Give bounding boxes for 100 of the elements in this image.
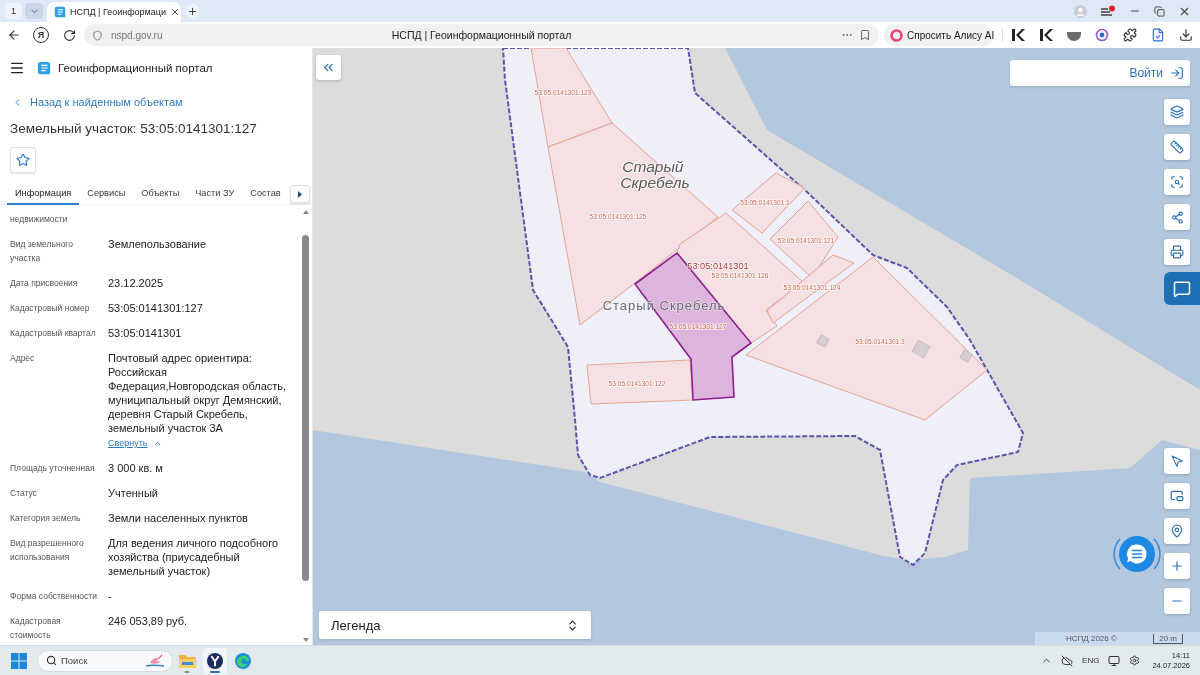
building bbox=[959, 349, 973, 363]
map-scale: 20 m bbox=[1153, 633, 1183, 644]
attribution-text: НСПД 2026 © bbox=[1066, 634, 1117, 643]
layers-button[interactable] bbox=[1164, 99, 1190, 125]
bird-icon bbox=[144, 653, 166, 668]
ring-icon bbox=[890, 28, 903, 42]
k-shape-logo-icon[interactable] bbox=[1039, 28, 1053, 42]
navigation-arrow-icon bbox=[1170, 454, 1184, 468]
ruler-button[interactable] bbox=[1164, 134, 1190, 160]
field-label: Категория земель bbox=[10, 512, 82, 525]
login-icon bbox=[1170, 66, 1184, 80]
plus-icon bbox=[1170, 559, 1184, 573]
search-field[interactable]: Поиск bbox=[37, 649, 173, 672]
field-label: Статус bbox=[10, 487, 38, 500]
swirl-logo-icon bbox=[235, 652, 251, 669]
field-value: 3 000 кв. м bbox=[108, 461, 163, 475]
triangle-up-icon[interactable] bbox=[302, 210, 309, 214]
tabs-scroll-button[interactable] bbox=[290, 185, 310, 203]
share-button[interactable] bbox=[1164, 204, 1190, 230]
cloud-off-icon[interactable] bbox=[1061, 654, 1074, 667]
field-label: Вид разрешенного использования bbox=[10, 537, 85, 564]
favorite-button[interactable] bbox=[10, 147, 36, 173]
browser-tab[interactable]: НСПД | Геоинформаци bbox=[47, 2, 181, 22]
logo-icon bbox=[54, 6, 66, 18]
plus-icon bbox=[187, 5, 198, 17]
field-label: Кадастровый квартал bbox=[10, 327, 97, 340]
map-pin-icon bbox=[1170, 524, 1184, 538]
folder-icon bbox=[178, 653, 196, 668]
download-icon[interactable] bbox=[1179, 28, 1193, 42]
field-label: Площадь уточненная bbox=[10, 462, 96, 475]
ruler-icon bbox=[1170, 140, 1184, 154]
menu-icon[interactable] bbox=[9, 60, 25, 76]
area-search-button[interactable] bbox=[1164, 169, 1190, 195]
search-icon bbox=[46, 654, 57, 666]
building bbox=[816, 334, 830, 348]
layers-icon bbox=[1170, 105, 1184, 119]
speech-bubble-icon bbox=[1173, 279, 1191, 298]
triangle-right-icon bbox=[298, 190, 302, 198]
gear-icon[interactable] bbox=[1129, 655, 1141, 666]
field-value: Для ведения личного подсобного хозяйства (приусадебный земельный участок) bbox=[108, 536, 280, 578]
login-button[interactable]: Войти bbox=[1010, 60, 1190, 86]
browser-logo-icon bbox=[207, 652, 223, 669]
field-label: Дата присвоения bbox=[10, 277, 79, 290]
chevrons-up-down-icon bbox=[566, 618, 579, 632]
object-title: Земельный участок: 53:05:0141301:127 bbox=[10, 120, 258, 138]
k-shape-logo-icon[interactable] bbox=[1011, 28, 1025, 42]
minimap-button[interactable] bbox=[1164, 483, 1190, 509]
back-arrow-icon[interactable] bbox=[7, 28, 21, 42]
field-value: Земли населенных пунктов bbox=[108, 511, 248, 525]
feedback-tab[interactable] bbox=[1164, 272, 1200, 305]
assistant-button[interactable]: Спросить Алису AI bbox=[884, 24, 994, 46]
info-tab[interactable]: Информация bbox=[7, 183, 80, 205]
printer-icon bbox=[1170, 245, 1184, 259]
puzzle-icon[interactable] bbox=[1123, 28, 1137, 42]
reload-icon[interactable] bbox=[63, 28, 76, 42]
info-tab[interactable]: Состав bbox=[242, 183, 289, 205]
target-icon[interactable] bbox=[1095, 28, 1109, 42]
home-button[interactable]: Я bbox=[33, 27, 49, 43]
quarter-label: 53:05:0141301 bbox=[687, 261, 749, 271]
info-tab[interactable]: Объекты bbox=[133, 183, 188, 205]
grid-logo-icon[interactable] bbox=[11, 652, 27, 669]
field-value: 23.12.2025 bbox=[108, 276, 164, 290]
logo-icon bbox=[37, 61, 51, 75]
bookmark-icon[interactable] bbox=[859, 29, 871, 41]
locate-button[interactable] bbox=[1164, 518, 1190, 544]
file-check-icon[interactable] bbox=[1151, 28, 1165, 42]
restore-icon[interactable] bbox=[1154, 5, 1165, 17]
picture-in-picture-icon bbox=[1170, 489, 1184, 503]
print-button[interactable] bbox=[1164, 239, 1190, 265]
tab-counter[interactable]: 1 bbox=[5, 3, 22, 19]
zoom-in-button[interactable] bbox=[1164, 553, 1190, 579]
collapse-panel-button[interactable] bbox=[316, 55, 341, 80]
close-icon[interactable] bbox=[170, 7, 180, 17]
info-tab[interactable]: Сервисы bbox=[79, 183, 134, 205]
scrollbar-thumb[interactable] bbox=[302, 235, 309, 581]
legend-dropdown[interactable]: Легенда bbox=[319, 611, 591, 639]
taskbar-app-button[interactable] bbox=[203, 647, 227, 674]
field-label: Адрес bbox=[10, 352, 36, 365]
navigate-button[interactable] bbox=[1164, 448, 1190, 474]
page-title: НСПД | Геоинформационный портал bbox=[391, 29, 572, 41]
field-label: Вид земельного участка bbox=[10, 238, 74, 265]
new-tab-button[interactable] bbox=[185, 3, 200, 19]
running-indicator bbox=[184, 670, 190, 673]
field-label: недвижимости bbox=[10, 213, 69, 226]
monitor-icon[interactable] bbox=[1108, 654, 1121, 667]
url-text: nspd.gov.ru bbox=[111, 29, 163, 41]
address-field[interactable]: nspd.gov.ru НСПД | Геоинформационный портал bbox=[84, 24, 879, 46]
field-value: - bbox=[108, 589, 112, 603]
collapse-link[interactable]: Свернуть bbox=[108, 436, 163, 450]
running-indicator bbox=[210, 670, 220, 673]
share-icon bbox=[1170, 210, 1184, 224]
zoom-out-button[interactable] bbox=[1164, 588, 1190, 614]
shield-icon bbox=[92, 29, 103, 41]
field-value: 246 053,89 руб. bbox=[108, 614, 188, 628]
info-tab[interactable]: Части ЗУ bbox=[187, 183, 243, 205]
triangle-down-icon[interactable] bbox=[302, 638, 309, 642]
star-icon bbox=[16, 153, 30, 167]
scan-search-icon bbox=[1170, 175, 1184, 189]
language-indicator[interactable]: ENG bbox=[1082, 656, 1100, 665]
back-link[interactable]: Назад к найденным объектам bbox=[12, 94, 183, 110]
